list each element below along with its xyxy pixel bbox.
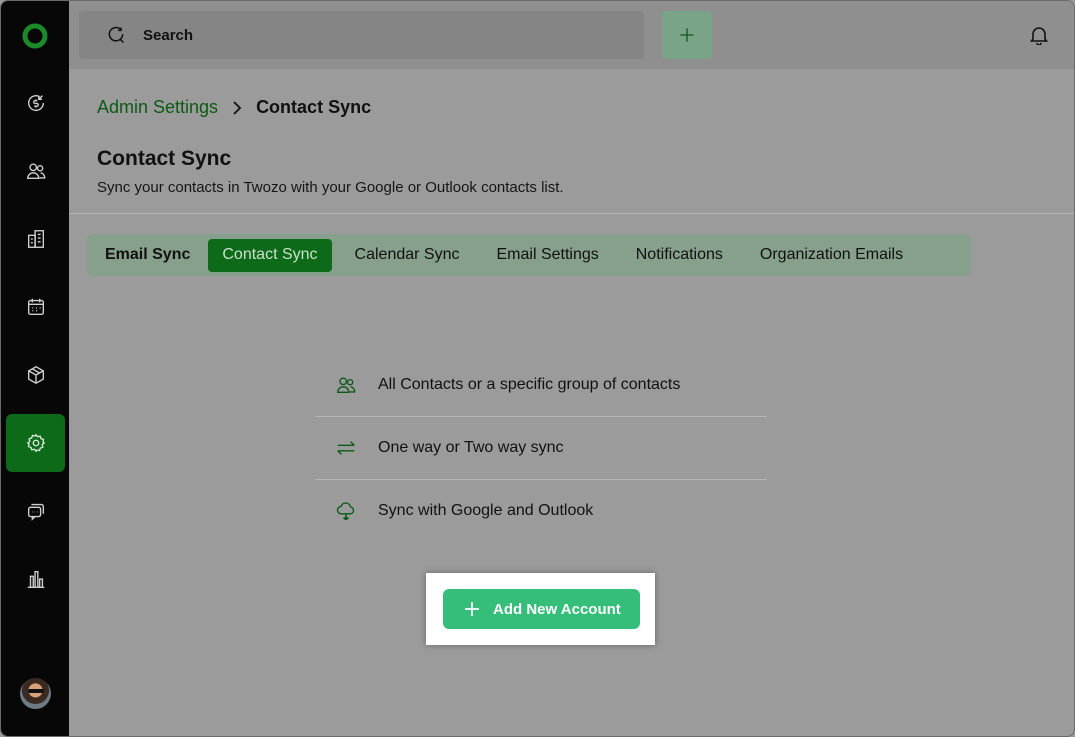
feature-text: One way or Two way sync xyxy=(378,439,564,456)
notifications-bell-icon[interactable] xyxy=(1030,25,1048,45)
companies-icon xyxy=(27,230,44,248)
sidebar xyxy=(1,1,69,736)
search-icon xyxy=(108,26,125,44)
top-bar: Search xyxy=(69,1,1074,69)
avatar-glasses xyxy=(28,689,44,693)
add-new-account-label: Add New Account xyxy=(493,600,621,618)
contacts-icon xyxy=(26,163,45,180)
feature-text: All Contacts or a specific group of cont… xyxy=(378,376,681,393)
list-item: One way or Two way sync xyxy=(315,417,767,480)
swap-arrows-icon xyxy=(337,441,355,455)
sidebar-item-settings[interactable] xyxy=(6,414,65,472)
app-window: Search Admin Settings Contact Sync Conta… xyxy=(0,0,1075,737)
sidebar-item-products[interactable] xyxy=(6,346,65,404)
search-bar[interactable]: Search xyxy=(79,11,644,59)
plus-icon xyxy=(680,28,694,42)
header-divider xyxy=(69,213,1074,214)
tab-email-settings[interactable]: Email Settings xyxy=(482,239,612,272)
sidebar-item-companies[interactable] xyxy=(6,210,65,268)
cloud-icon xyxy=(336,502,355,521)
tab-contact-sync[interactable]: Contact Sync xyxy=(208,238,332,272)
settings-icon xyxy=(26,433,45,453)
breadcrumb-current: Contact Sync xyxy=(256,97,372,117)
sidebar-item-calendar[interactable] xyxy=(6,278,65,336)
plus-icon xyxy=(465,602,479,616)
breadcrumb: Admin Settings Contact Sync xyxy=(97,97,371,118)
feature-list: All Contacts or a specific group of cont… xyxy=(315,354,767,542)
search-placeholder: Search xyxy=(143,26,194,44)
chevron-right-icon xyxy=(233,100,242,115)
quick-add-button[interactable] xyxy=(662,11,712,59)
tab-calendar-sync[interactable]: Calendar Sync xyxy=(341,239,474,272)
add-new-account-button[interactable]: Add New Account xyxy=(443,589,640,629)
calendar-icon xyxy=(27,298,44,316)
sidebar-item-conversations[interactable] xyxy=(6,482,65,540)
conversations-icon xyxy=(27,503,44,521)
list-item: All Contacts or a specific group of cont… xyxy=(315,354,767,417)
app-logo[interactable] xyxy=(22,23,48,49)
breadcrumb-admin-settings[interactable]: Admin Settings xyxy=(97,97,218,118)
deals-icon xyxy=(27,95,44,111)
reports-icon xyxy=(27,570,44,588)
avatar[interactable] xyxy=(20,678,51,709)
sidebar-item-reports[interactable] xyxy=(6,550,65,608)
list-item: Sync with Google and Outlook xyxy=(315,480,767,542)
sidebar-item-contacts[interactable] xyxy=(6,142,65,200)
sidebar-item-deals[interactable] xyxy=(6,74,65,132)
tab-organization-emails[interactable]: Organization Emails xyxy=(746,239,917,272)
feature-text: Sync with Google and Outlook xyxy=(378,502,594,519)
tab-notifications[interactable]: Notifications xyxy=(622,239,737,272)
tab-email-sync[interactable]: Email Sync xyxy=(91,239,204,272)
page-subtitle: Sync your contacts in Twozo with your Go… xyxy=(97,179,564,196)
products-icon xyxy=(27,365,44,385)
page-title: Contact Sync xyxy=(97,147,232,170)
contacts-icon xyxy=(337,377,356,394)
settings-tabs: Email Sync Contact Sync Calendar Sync Em… xyxy=(87,234,971,276)
